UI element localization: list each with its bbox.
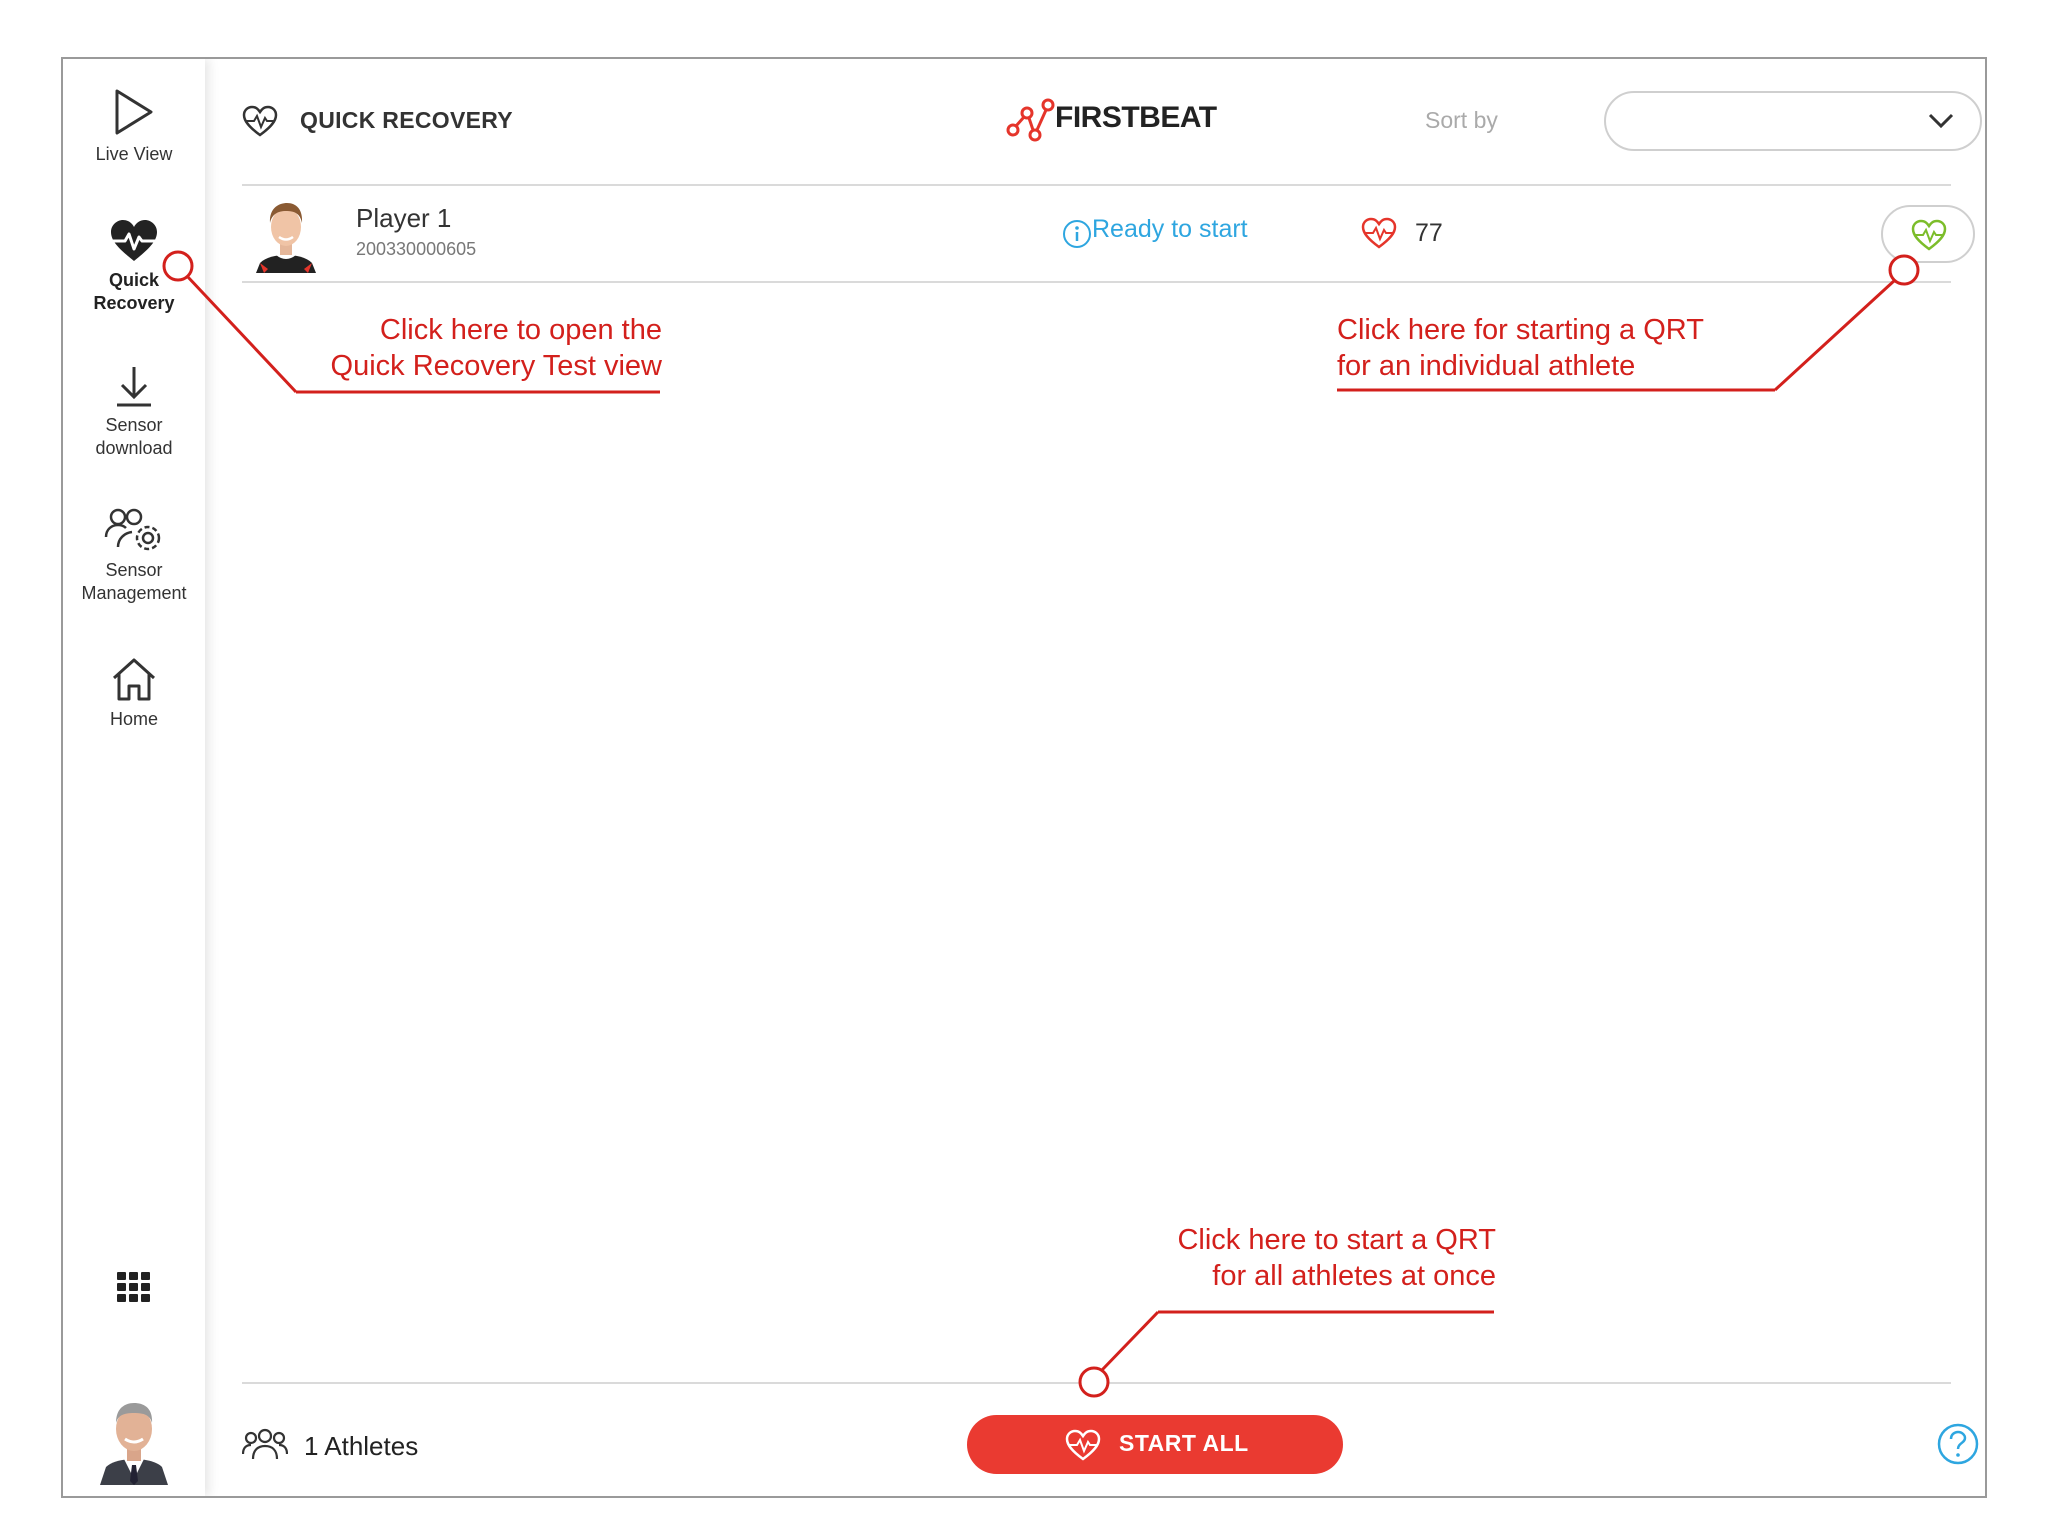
sidebar-item-sensor-management[interactable]: Sensor Management <box>63 507 205 605</box>
sort-dropdown[interactable] <box>1604 91 1982 151</box>
apps-menu-button[interactable] <box>63 1271 205 1303</box>
users-icon <box>242 1428 288 1460</box>
player-name: Player 1 <box>356 203 452 233</box>
sidebar-item-sensor-download[interactable]: Sensor download <box>63 364 205 460</box>
divider <box>242 1382 1951 1384</box>
sidebar: Live View Quick Recovery Sensor download <box>63 59 205 1496</box>
sort-label: Sort by <box>1425 107 1498 133</box>
sidebar-item-label: Quick Recovery <box>93 270 175 313</box>
table-row[interactable]: Player 1 200330000605 Ready to start 77 <box>242 187 1975 283</box>
status-text: Ready to start <box>1092 215 1248 243</box>
help-button[interactable] <box>1937 1423 1979 1470</box>
users-gear-icon <box>104 508 161 551</box>
heart-pulse-icon <box>1911 219 1947 251</box>
play-icon <box>115 89 153 135</box>
info-icon <box>1063 220 1091 248</box>
user-avatar[interactable] <box>63 1393 205 1485</box>
main-content: QUICK RECOVERY FIRSTBEAT Sort by Player … <box>205 59 1985 1496</box>
app-window: Live View Quick Recovery Sensor download <box>61 57 1987 1498</box>
annotation-individual-qrt: Click here for starting a QRT for an ind… <box>1337 314 1704 382</box>
start-all-label: START ALL <box>1119 1430 1249 1456</box>
sidebar-item-live-view[interactable]: Live View <box>63 87 205 166</box>
chevron-down-icon <box>1928 113 1954 129</box>
athletes-count-text: 1 Athletes <box>304 1431 419 1461</box>
grid-icon <box>117 1272 150 1302</box>
download-icon <box>117 367 151 407</box>
heart-pulse-icon <box>111 220 157 261</box>
heart-pulse-icon <box>1065 1429 1101 1461</box>
player-id: 200330000605 <box>356 239 477 259</box>
help-icon <box>1937 1423 1979 1465</box>
sidebar-item-label: Live View <box>95 144 173 164</box>
start-qrt-button[interactable] <box>1881 205 1975 263</box>
firstbeat-logo-icon <box>1006 98 1055 142</box>
home-icon <box>112 658 156 701</box>
avatar <box>100 1403 168 1485</box>
sidebar-item-home[interactable]: Home <box>63 656 205 731</box>
sidebar-item-label: Sensor download <box>95 415 173 458</box>
annotation-open-view: Click here to open the Quick Recovery Te… <box>330 314 662 382</box>
brand-logo-text: FIRSTBEAT <box>1055 101 1217 134</box>
heart-rate-value: 77 <box>1415 219 1443 247</box>
heart-pulse-icon <box>242 105 278 137</box>
sidebar-item-label: Home <box>109 709 158 729</box>
annotation-start-all: Click here to start a QRT for all athlet… <box>1177 1224 1496 1292</box>
player-photo <box>256 203 316 273</box>
divider <box>242 184 1951 186</box>
sidebar-item-quick-recovery[interactable]: Quick Recovery <box>63 219 205 315</box>
page-title: QUICK RECOVERY <box>300 107 513 133</box>
sidebar-item-label: Sensor Management <box>81 560 187 603</box>
start-all-button[interactable]: START ALL <box>967 1415 1343 1474</box>
divider <box>242 281 1951 283</box>
heart-rate-icon <box>1361 217 1397 249</box>
